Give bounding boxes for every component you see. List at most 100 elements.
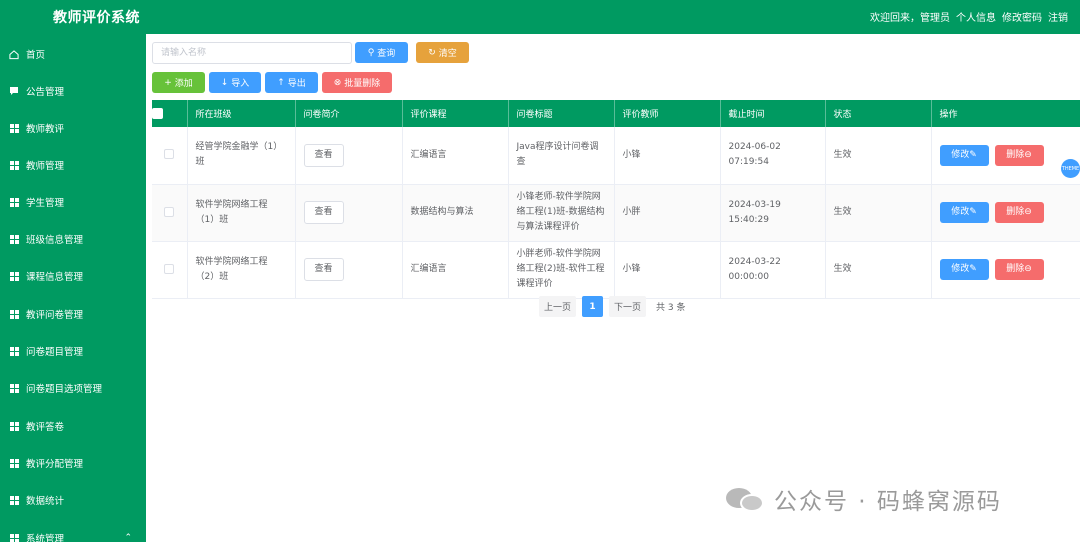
grid-icon (9, 234, 19, 244)
row-checkbox[interactable] (164, 206, 175, 217)
status-cell: 生效 (825, 184, 932, 242)
refresh-icon: ↻ (428, 47, 436, 58)
title-cell: Java程序设计问卷调查 (508, 127, 615, 185)
sidebar-item-label: 教评答卷 (26, 422, 65, 433)
course-cell: 汇编语言 (402, 241, 509, 299)
search-input[interactable] (152, 42, 352, 64)
view-button[interactable]: 查看 (303, 201, 344, 224)
sidebar-item-assignment[interactable]: 教评分配管理 (0, 445, 146, 481)
intro-cell: 查看 (295, 127, 403, 185)
delete-button[interactable]: 删除⊖ (994, 202, 1044, 223)
teacher-cell: 小胖 (614, 184, 721, 242)
table-header-row: 所在班级 问卷简介 评价课程 问卷标题 评价教师 截止时间 状态 操作 (152, 100, 1080, 127)
change-password-link[interactable]: 修改密码 (1002, 9, 1042, 24)
row-check-cell (152, 127, 188, 185)
row-check-cell (152, 241, 188, 299)
edit-button[interactable]: 修改✎ (939, 202, 989, 223)
theme-button[interactable]: THEME (1061, 159, 1080, 178)
grid-icon (9, 160, 19, 170)
sidebar-item-label: 学生管理 (26, 198, 65, 209)
import-button[interactable]: ↓ 导入 (209, 72, 261, 93)
welcome-text: 欢迎回来，管理员 (870, 13, 950, 24)
class-cell: 软件学院网络工程（2）班 (187, 241, 296, 299)
search-icon: ⚲ (367, 47, 375, 58)
page-number-button[interactable]: 1 (582, 296, 604, 317)
table-row: 软件学院网络工程（1）班 查看 数据结构与算法 小锋老师-软件学院网络工程(1)… (152, 184, 1080, 242)
grid-icon (9, 346, 19, 356)
class-cell: 软件学院网络工程（1）班 (187, 184, 296, 242)
add-button[interactable]: + 添加 (152, 72, 205, 93)
sidebar-item-home[interactable]: 首页 (0, 36, 146, 72)
prev-page-button[interactable]: 上一页 (539, 296, 577, 317)
arrow-up-icon: ↑ (277, 77, 285, 88)
top-links: 欢迎回来，管理员 个人信息 修改密码 注销 (870, 9, 1068, 24)
batch-delete-label: 批量删除 (344, 79, 381, 89)
grid-icon (9, 197, 19, 207)
edit-icon: ✎ (969, 264, 977, 274)
watermark: 公众号 · 码蜂窝源码 (726, 482, 1002, 516)
next-page-button[interactable]: 下一页 (609, 296, 647, 317)
edit-icon: ✎ (969, 149, 977, 160)
top-bar: 教师评价系统 欢迎回来，管理员 个人信息 修改密码 注销 (0, 0, 1080, 34)
class-cell: 经管学院金融学（1）班 (187, 127, 296, 185)
delete-label: 删除 (1006, 264, 1025, 274)
view-button[interactable]: 查看 (303, 143, 344, 167)
sidebar-item-label: 教评问卷管理 (26, 310, 84, 321)
sidebar-item-system[interactable]: 系统管理 ⌃ (0, 520, 146, 542)
watermark-text: 公众号 · 码蜂窝源码 (774, 489, 1002, 515)
sidebar-item-label: 教评分配管理 (26, 459, 84, 470)
home-icon (9, 49, 19, 59)
col-intro: 问卷简介 (295, 100, 403, 127)
logout-link[interactable]: 注销 (1048, 9, 1068, 24)
edit-button[interactable]: 修改✎ (939, 259, 989, 280)
sidebar-item-student-management[interactable]: 学生管理 (0, 184, 146, 220)
grid-icon (9, 533, 19, 542)
status-cell: 生效 (825, 127, 932, 185)
clear-button[interactable]: ↻ 清空 (416, 42, 469, 63)
delete-button[interactable]: 删除⊖ (994, 144, 1044, 166)
sidebar-item-answer-sheets[interactable]: 教评答卷 (0, 408, 146, 444)
sidebar-item-teacher-management[interactable]: 教师管理 (0, 147, 146, 183)
sidebar-item-label: 系统管理 (26, 534, 65, 542)
intro-cell: 查看 (295, 184, 403, 242)
batch-delete-button[interactable]: ⊗ 批量删除 (322, 72, 392, 93)
sidebar-item-announcements[interactable]: 公告管理 (0, 73, 146, 109)
main-content: ⚲ 查询 ↻ 清空 + 添加 ↓ 导入 ↑ 导出 ⊗ 批量删除 所在班级 问卷简… (146, 34, 1080, 542)
sidebar-item-label: 数据统计 (26, 496, 65, 507)
clear-label: 清空 (438, 49, 457, 59)
sidebar-item-class-info[interactable]: 班级信息管理 (0, 221, 146, 257)
sidebar-item-statistics[interactable]: 数据统计 (0, 482, 146, 518)
teacher-cell: 小锋 (614, 127, 721, 185)
view-button[interactable]: 查看 (303, 258, 344, 281)
sidebar-item-label: 问卷题目选项管理 (26, 384, 103, 395)
row-checkbox[interactable] (164, 263, 175, 274)
grid-icon (9, 271, 19, 281)
query-button[interactable]: ⚲ 查询 (355, 42, 408, 63)
sidebar-item-question-options[interactable]: 问卷题目选项管理 (0, 370, 146, 406)
select-all-checkbox[interactable] (152, 108, 163, 119)
profile-link[interactable]: 个人信息 (956, 9, 996, 24)
grid-icon (9, 458, 19, 468)
course-cell: 数据结构与算法 (402, 184, 509, 242)
sidebar-item-course-info[interactable]: 课程信息管理 (0, 258, 146, 294)
grid-icon (9, 123, 19, 133)
row-checkbox[interactable] (164, 149, 175, 160)
sidebar-item-teacher-evaluation[interactable]: 教师教评 (0, 110, 146, 146)
export-button[interactable]: ↑ 导出 (265, 72, 318, 93)
edit-label: 修改 (951, 264, 970, 274)
sidebar-item-label: 教师管理 (26, 161, 65, 172)
actions-cell: 修改✎ 删除⊖ (931, 184, 1080, 242)
sidebar-item-label: 问卷题目管理 (26, 347, 84, 358)
edit-button[interactable]: 修改✎ (939, 144, 989, 166)
deadline-cell: 2024-03-19 15:40:29 (720, 184, 826, 242)
add-label: 添加 (174, 79, 193, 89)
sidebar-item-label: 首页 (26, 50, 46, 61)
sidebar-item-questionnaire[interactable]: 教评问卷管理 (0, 296, 146, 332)
delete-button[interactable]: 删除⊖ (994, 259, 1044, 280)
sidebar-item-label: 教师教评 (26, 124, 65, 135)
sidebar-item-questions[interactable]: 问卷题目管理 (0, 333, 146, 369)
grid-icon (9, 383, 19, 393)
sidebar-item-label: 班级信息管理 (26, 235, 84, 246)
sidebar: 首页 公告管理 教师教评 教师管理 学生管理 班级信息管理 课程信息管理 教评问… (0, 34, 146, 542)
delete-label: 删除 (1006, 149, 1025, 160)
